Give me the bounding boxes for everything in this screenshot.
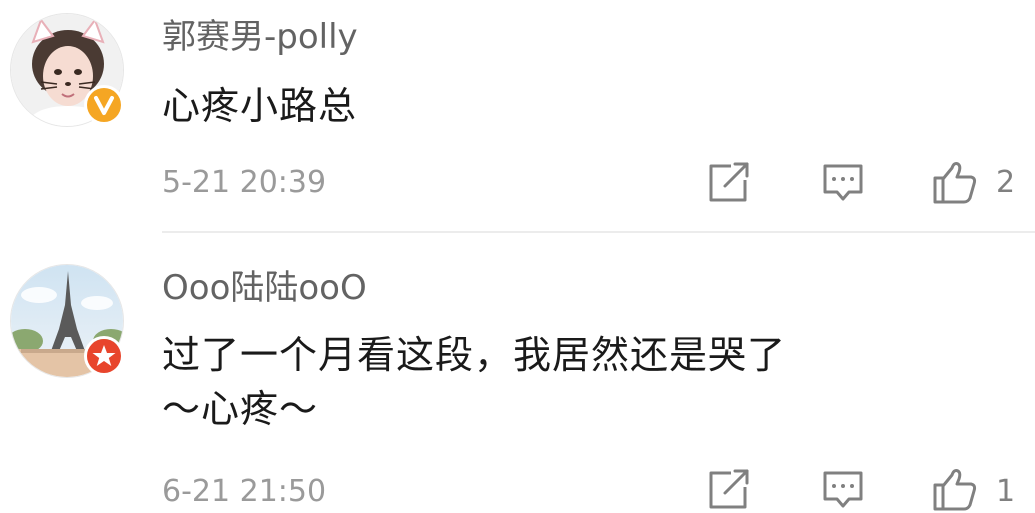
comment-text: 过了一个月看这段，我居然还是哭了～心疼～ bbox=[162, 333, 787, 431]
repost-icon[interactable] bbox=[705, 158, 753, 206]
comment-timestamp: 6-21 21:50 bbox=[162, 474, 327, 509]
member-star-badge bbox=[84, 336, 124, 376]
verified-v-badge bbox=[84, 85, 124, 125]
comment-username[interactable]: Ooo陆陆ooO bbox=[162, 267, 367, 309]
comment-text: 心疼小路总 bbox=[162, 84, 358, 128]
comment-username[interactable]: 郭赛男-polly bbox=[162, 16, 358, 58]
thumbs-up-icon[interactable] bbox=[930, 158, 978, 206]
comment-item: Ooo陆陆ooO 过了一个月看这段，我居然还是哭了～心疼～ 6-21 21:50… bbox=[0, 233, 1035, 512]
like-count: 1 bbox=[996, 474, 1016, 509]
comment-icon[interactable] bbox=[819, 158, 867, 206]
comment-timestamp: 5-21 20:39 bbox=[162, 165, 327, 200]
comment-item: 郭赛男-polly 心疼小路总 5-21 20:39 2 bbox=[0, 0, 1035, 233]
like-count: 2 bbox=[996, 165, 1016, 200]
avatar[interactable] bbox=[10, 13, 124, 127]
repost-icon[interactable] bbox=[705, 465, 753, 513]
avatar[interactable] bbox=[10, 264, 124, 378]
thumbs-up-icon[interactable] bbox=[930, 465, 978, 513]
comment-icon[interactable] bbox=[819, 465, 867, 513]
